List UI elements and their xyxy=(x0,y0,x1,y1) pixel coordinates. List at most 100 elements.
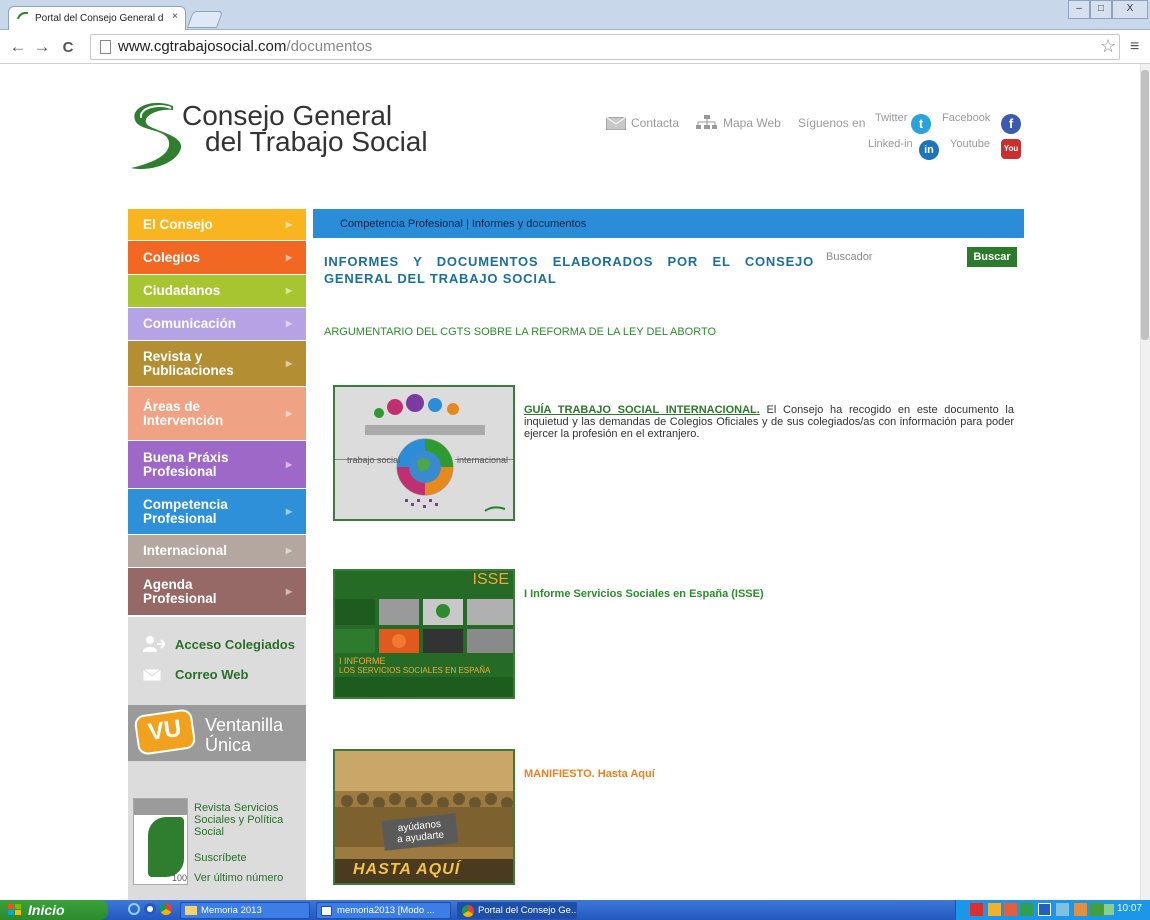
network-tray-icon[interactable] xyxy=(1038,903,1051,916)
sidebar-item-4[interactable]: Revista y Publicaciones ▶ xyxy=(128,341,306,386)
firefox-quicklaunch-icon[interactable] xyxy=(144,903,156,915)
isse-title-link[interactable]: I Informe Servicios Sociales en España (… xyxy=(524,588,764,600)
cgts-logo-icon[interactable] xyxy=(125,98,185,178)
manifiesto-title-link[interactable]: MANIFIESTO. Hasta Aquí xyxy=(524,768,655,780)
scrollbar-thumb[interactable] xyxy=(1141,70,1149,340)
twitter-icon[interactable]: t xyxy=(911,114,931,134)
breadcrumb[interactable]: Competencia Profesional | Informes y doc… xyxy=(340,218,586,230)
mapa-web-link[interactable]: Mapa Web xyxy=(723,116,781,130)
linkedin-icon[interactable]: in xyxy=(919,140,939,160)
taskbar-word-document[interactable]: memoria2013 [Modo ... xyxy=(316,902,451,919)
chrome-quicklaunch-icon[interactable] xyxy=(160,903,172,915)
facebook-icon[interactable]: f xyxy=(1001,114,1021,134)
pdf-tray-icon[interactable] xyxy=(970,903,983,916)
clock[interactable]: 10:07 xyxy=(1117,903,1142,914)
correo-web-link[interactable]: Correo Web xyxy=(175,667,248,682)
chevron-right-icon: ▶ xyxy=(285,358,292,368)
manifiesto-image[interactable]: ayúdanos a ayudarte HASTA AQUÍ xyxy=(333,749,515,885)
acceso-colegiados-link[interactable]: Acceso Colegiados xyxy=(175,637,295,652)
taskbar-chrome-window[interactable]: Portal del Consejo Ge... xyxy=(457,902,577,919)
ver-ultimo-numero-link[interactable]: Ver último número xyxy=(194,872,283,884)
volume-tray-icon[interactable] xyxy=(1104,904,1114,915)
browser-menu-icon[interactable]: ≡ xyxy=(1130,38,1139,56)
page-title: INFORMES Y DOCUMENTOS ELABORADOS POR EL … xyxy=(324,254,814,286)
maximize-button[interactable]: □ xyxy=(1090,0,1112,19)
facebook-label[interactable]: Facebook xyxy=(942,112,990,124)
monitor-tray-icon[interactable] xyxy=(1056,903,1069,916)
mail-icon xyxy=(143,669,161,681)
forward-button[interactable]: → xyxy=(32,37,52,57)
globe-illustration-icon xyxy=(335,387,513,519)
sidebar-item-9[interactable]: Agenda Profesional ▶ xyxy=(128,568,306,615)
guia-internacional-image[interactable]: trabajo social internacional xyxy=(333,385,515,521)
sidebar-item-5[interactable]: Áreas de Intervención ▶ xyxy=(128,387,306,440)
search-button[interactable]: Buscar xyxy=(967,247,1017,267)
isse-cover-icon xyxy=(335,571,513,697)
browser-tab[interactable]: Portal del Consejo General d × xyxy=(8,6,186,31)
twitter-label[interactable]: Twitter xyxy=(875,112,907,124)
isse-cover-line2: LOS SERVICIOS SOCIALES EN ESPAÑA xyxy=(339,666,491,675)
antivirus-tray-icon[interactable] xyxy=(1090,903,1103,916)
revista-title-line3: Social xyxy=(194,826,224,838)
close-window-button[interactable]: X xyxy=(1112,0,1148,19)
envelope-icon xyxy=(606,117,626,130)
ie-quicklaunch-icon[interactable] xyxy=(128,903,140,915)
taskbar-btn1-label: Memoria 2013 xyxy=(201,905,262,916)
image-caption-right: internacional xyxy=(457,455,509,465)
youtube-icon[interactable]: You xyxy=(1001,139,1021,159)
new-tab-button[interactable] xyxy=(186,11,224,28)
isse-cover-line1: I INFORME xyxy=(339,656,386,666)
start-button[interactable]: Inicio xyxy=(0,900,108,920)
search-input[interactable]: Buscador xyxy=(826,251,872,263)
sitemap-icon xyxy=(696,115,717,129)
youtube-label[interactable]: Youtube xyxy=(950,138,990,150)
sidebar-item-label: Competencia Profesional xyxy=(143,496,228,526)
suscribete-link[interactable]: Suscríbete xyxy=(194,852,247,864)
taskbar-memoria-folder[interactable]: Memoria 2013 xyxy=(180,902,310,919)
bookmark-star-icon[interactable]: ☆ xyxy=(1100,36,1116,57)
revista-title-line2: Sociales y Política xyxy=(194,814,284,826)
argumentario-link[interactable]: ARGUMENTARIO DEL CGTS SOBRE LA REFORMA D… xyxy=(324,326,716,338)
update-tray-icon[interactable] xyxy=(1074,903,1087,916)
sidebar-item-2[interactable]: Ciudadanos ▶ xyxy=(128,275,306,307)
sidebar-item-label: Agenda Profesional xyxy=(143,576,217,606)
page-icon xyxy=(100,40,111,54)
minimize-button[interactable]: – xyxy=(1068,0,1090,19)
sidebar-item-1[interactable]: Colegios ▶ xyxy=(128,241,306,274)
guia-trabajo-social-link[interactable]: GUÍA TRABAJO SOCIAL INTERNACIONAL. xyxy=(524,404,760,416)
chevron-right-icon: ▶ xyxy=(285,286,292,295)
back-button[interactable]: ← xyxy=(8,37,28,57)
folder-icon xyxy=(185,906,197,915)
pen-tray-icon[interactable] xyxy=(988,903,1001,916)
chevron-right-icon: ▶ xyxy=(285,586,292,596)
revista-cover-image[interactable]: 100 xyxy=(133,798,188,885)
sidebar-item-label: Comunicación xyxy=(143,316,237,331)
sidebar-item-8[interactable]: Internacional ▶ xyxy=(128,535,306,567)
chrome-icon xyxy=(462,905,474,917)
sidebar-item-0[interactable]: El Consejo ▶ xyxy=(128,209,306,240)
app-tray-icon[interactable] xyxy=(1004,903,1017,916)
image-caption-left: trabajo social xyxy=(347,455,401,465)
sidebar-item-label: Colegios xyxy=(143,249,201,265)
isse-report-image[interactable]: ISSE I INFORME LOS SERVICIOS SOCIALES EN… xyxy=(333,569,515,699)
word-icon xyxy=(321,906,332,916)
sidebar-item-label: Áreas de Intervención xyxy=(143,398,224,428)
tab-close-icon[interactable]: × xyxy=(172,11,178,22)
taskbar-btn2-label: memoria2013 [Modo ... xyxy=(337,905,435,916)
site-favicon-icon xyxy=(17,11,29,20)
security-tray-icon[interactable] xyxy=(1020,903,1033,916)
windows-logo-icon xyxy=(8,904,21,915)
sidebar-item-7[interactable]: Competencia Profesional ▶ xyxy=(128,489,306,534)
contacta-link[interactable]: Contacta xyxy=(631,116,679,130)
reload-button[interactable]: C xyxy=(58,39,78,56)
logo-text-line2[interactable]: del Trabajo Social xyxy=(205,126,428,158)
sidebar-item-3[interactable]: Comunicación ▶ xyxy=(128,308,306,340)
sidebar-item-label: Ciudadanos xyxy=(143,283,221,298)
sidebar-item-label: El Consejo xyxy=(143,216,213,232)
linkedin-label[interactable]: Linked-in xyxy=(868,138,913,150)
sidebar-item-6[interactable]: Buena Práxis Profesional ▶ xyxy=(128,441,306,488)
chevron-right-icon: ▶ xyxy=(285,319,292,328)
url-domain: www.cgtrabajosocial.com xyxy=(118,38,287,55)
revista-title[interactable]: Revista Servicios Sociales y Política So… xyxy=(194,802,283,838)
url-text[interactable]: www.cgtrabajosocial.com/documentos xyxy=(118,38,372,55)
